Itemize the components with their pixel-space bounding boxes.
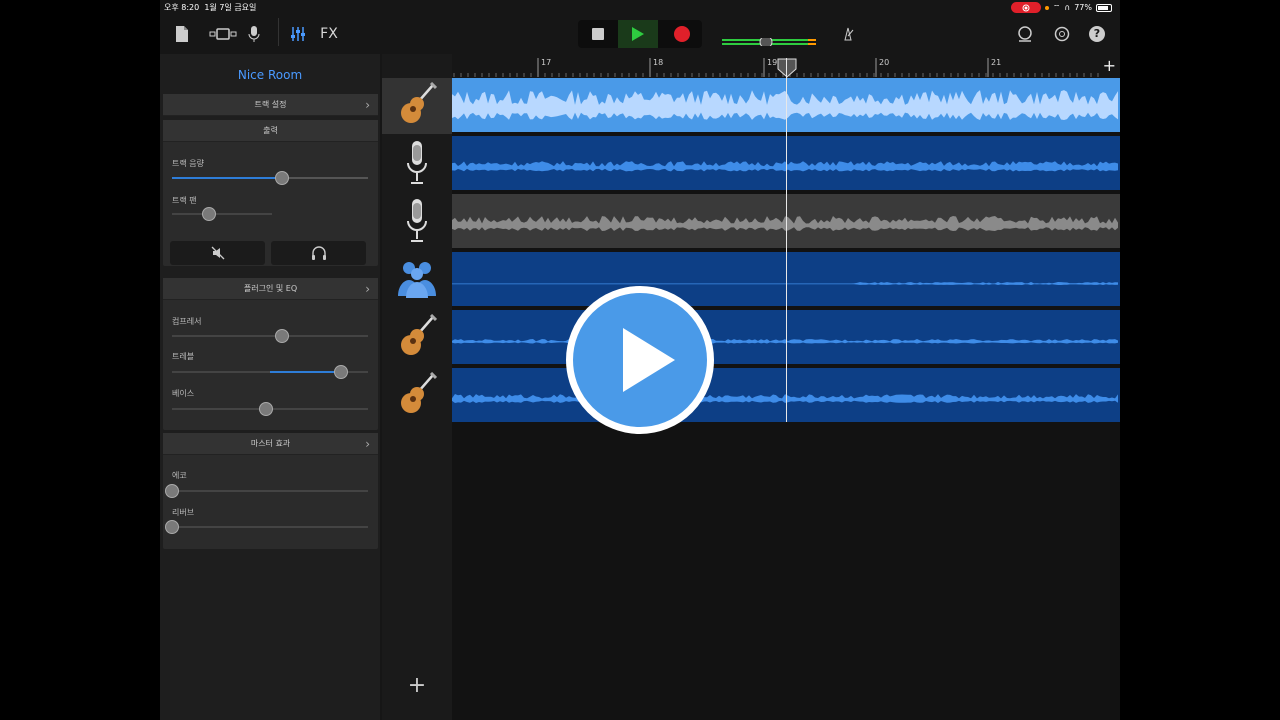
patch-name[interactable]: Nice Room	[160, 68, 380, 82]
track-header[interactable]	[382, 194, 452, 250]
battery-icon	[1096, 3, 1112, 12]
record-icon	[674, 26, 690, 42]
track-header[interactable]	[382, 136, 452, 192]
chevron-right-icon: ›	[365, 437, 370, 451]
track-headers	[382, 54, 452, 720]
metronome-icon[interactable]	[840, 22, 856, 46]
ruler-bar-number: 17	[541, 58, 552, 67]
track-header[interactable]	[382, 368, 452, 424]
plugins-eq-title: 플러그인 및 EQ	[243, 284, 298, 293]
reverb-label: 리버브	[172, 508, 195, 517]
mute-button[interactable]	[170, 241, 265, 265]
chevron-right-icon: ›	[365, 98, 370, 112]
add-track-button[interactable]: +	[406, 675, 428, 698]
help-icon[interactable]: ?	[1088, 22, 1106, 46]
video-play-overlay-button[interactable]	[566, 286, 714, 434]
mixer-icon[interactable]	[288, 22, 308, 46]
microphone-icon[interactable]	[246, 22, 262, 46]
acoustic-guitar-icon	[397, 313, 438, 362]
treble-label: 트레블	[172, 352, 195, 361]
wifi-icon: ⌔	[1052, 2, 1061, 12]
bass-slider[interactable]	[172, 402, 368, 416]
playhead-line	[786, 58, 787, 422]
track-volume-slider[interactable]	[172, 171, 368, 185]
track-header[interactable]	[382, 78, 452, 134]
bass-label: 베이스	[172, 389, 195, 398]
headphones-icon	[311, 246, 326, 260]
status-time: 오후 8:20	[164, 3, 200, 12]
track-volume-label: 트랙 음량	[172, 159, 204, 168]
echo-label: 에코	[172, 471, 187, 480]
output-section: 출력 트랙 음량 트랙 팬	[163, 120, 378, 266]
play-icon	[632, 27, 644, 41]
screen-recording-icon[interactable]	[1010, 2, 1041, 13]
acoustic-guitar-icon	[397, 371, 438, 420]
settings-gear-icon[interactable]	[1053, 22, 1071, 46]
garageband-screen: 오후 8:20 1월 7일 금요일 ⌔ ∩ 77% FX ? Nice Room…	[160, 0, 1120, 720]
master-volume-slider[interactable]	[722, 31, 818, 49]
play-triangle-icon	[623, 328, 675, 392]
stop-icon	[592, 28, 604, 40]
speaker-mute-icon	[211, 246, 224, 260]
compressor-slider[interactable]	[172, 329, 368, 343]
treble-slider[interactable]	[172, 365, 368, 379]
ruler-bar-number: 20	[879, 58, 890, 67]
compressor-label: 컴프레서	[172, 317, 202, 326]
reverb-slider[interactable]	[165, 520, 368, 534]
status-date: 1월 7일 금요일	[204, 3, 257, 12]
plugins-eq-header[interactable]: 플러그인 및 EQ ›	[163, 278, 378, 300]
document-icon[interactable]	[172, 22, 192, 46]
master-effects-section: 마스터 효과 › 에코 리버브	[163, 433, 378, 549]
track-pan-slider[interactable]	[172, 207, 272, 221]
drummer-icon	[396, 258, 438, 302]
loop-browser-icon[interactable]	[1016, 22, 1034, 46]
battery-percent: 77%	[1074, 3, 1092, 12]
plugins-eq-section: 플러그인 및 EQ › 컴프레서 트레블 베이스	[163, 278, 378, 430]
transport-controls	[578, 20, 702, 48]
master-effects-header[interactable]: 마스터 효과 ›	[163, 433, 378, 455]
track-header[interactable]	[382, 310, 452, 366]
stop-button[interactable]	[578, 20, 618, 48]
track-header[interactable]	[382, 252, 452, 308]
add-section-button[interactable]: +	[1103, 56, 1116, 75]
output-title: 출력	[263, 126, 278, 135]
status-bar: 오후 8:20 1월 7일 금요일 ⌔ ∩ 77%	[160, 0, 1120, 14]
fx-button[interactable]: FX	[318, 22, 340, 46]
acoustic-guitar-icon	[397, 81, 438, 130]
record-button[interactable]	[662, 20, 702, 48]
microphone-icon	[405, 197, 429, 247]
microphone-icon	[405, 139, 429, 189]
master-effects-title: 마스터 효과	[250, 439, 291, 448]
track-pan-label: 트랙 팬	[172, 196, 197, 205]
ruler-bar-number: 18	[653, 58, 664, 67]
headphones-status-icon: ∩	[1064, 3, 1071, 12]
track-settings-section[interactable]: 트랙 설정 ›	[163, 94, 378, 116]
chevron-right-icon: ›	[365, 282, 370, 296]
orange-dot-icon	[1044, 5, 1049, 10]
echo-slider[interactable]	[165, 484, 368, 498]
track-settings-title: 트랙 설정	[254, 100, 287, 109]
ruler-bar-number: 21	[991, 58, 1002, 67]
playhead-handle[interactable]	[777, 58, 797, 78]
solo-button[interactable]	[271, 241, 366, 265]
track-controls-sidebar: Nice Room 트랙 설정 › 출력 트랙 음량 트랙 팬 플러그인 및 EQ…	[160, 54, 380, 720]
view-toggle-icon[interactable]	[208, 22, 238, 46]
ruler-bar-number: 19	[767, 58, 778, 67]
play-button[interactable]	[618, 20, 658, 48]
